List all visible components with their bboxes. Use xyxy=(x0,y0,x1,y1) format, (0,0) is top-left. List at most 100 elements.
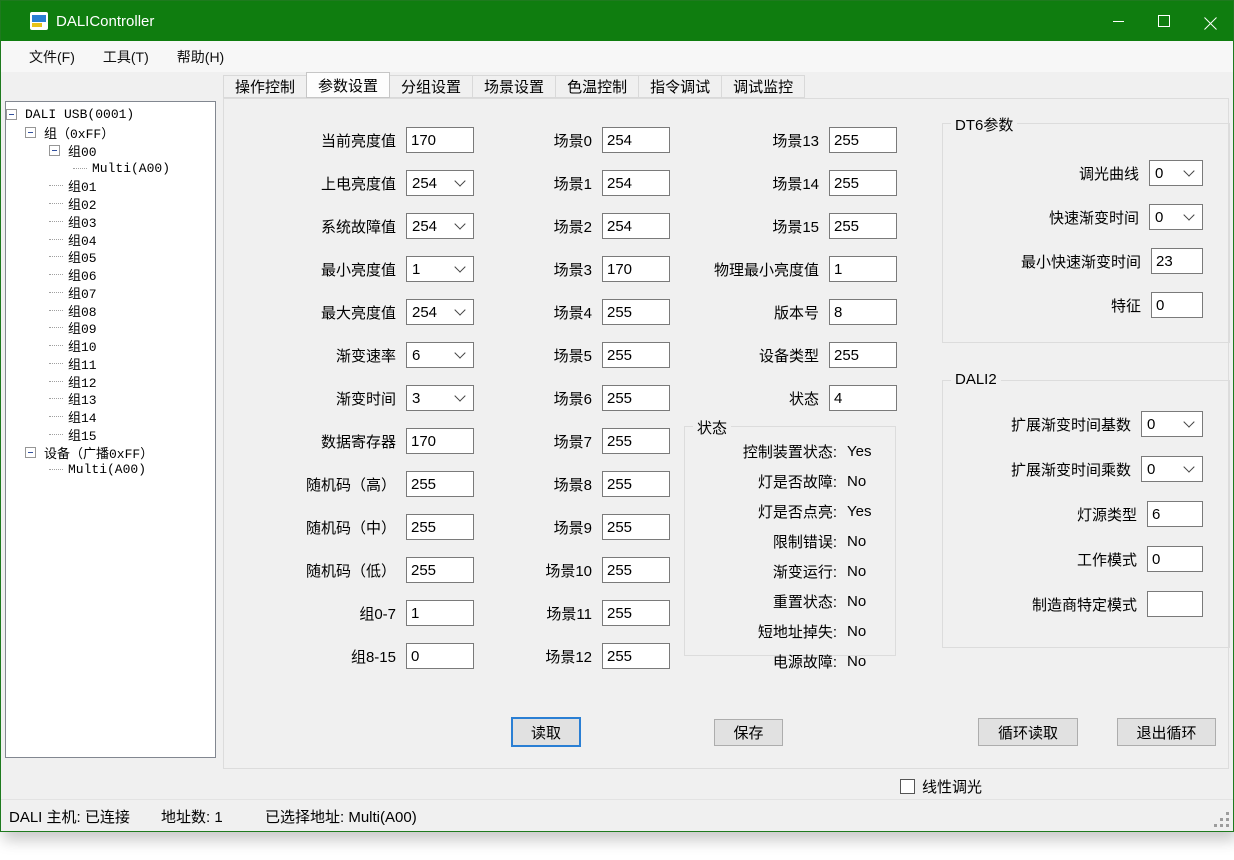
param-select[interactable]: 0 xyxy=(1141,456,1203,482)
tree-connector-icon xyxy=(49,185,63,186)
menu-item[interactable]: 工具(T) xyxy=(89,41,163,72)
param-row: 场景11 xyxy=(516,600,670,626)
tree-item[interactable]: 组10 xyxy=(6,337,215,355)
menu-item[interactable]: 帮助(H) xyxy=(163,41,238,72)
param-input[interactable] xyxy=(406,471,474,497)
tree-item[interactable]: 组04 xyxy=(6,230,215,248)
collapse-icon[interactable] xyxy=(6,109,17,120)
param-input[interactable] xyxy=(602,170,670,196)
tree-item[interactable]: Multi(A00) xyxy=(6,159,215,177)
param-input[interactable] xyxy=(1147,546,1203,572)
linear-dimming-checkbox[interactable]: 线性调光 xyxy=(900,776,982,797)
tree-item[interactable]: 组15 xyxy=(6,426,215,444)
param-row: 渐变速率6 xyxy=(242,342,474,368)
param-input[interactable] xyxy=(602,643,670,669)
close-button[interactable] xyxy=(1187,1,1233,41)
tree-item[interactable]: 组00 xyxy=(6,142,215,160)
collapse-icon[interactable] xyxy=(49,145,60,156)
tree-item[interactable]: 组05 xyxy=(6,248,215,266)
exit-loop-button[interactable]: 退出循环 xyxy=(1117,718,1216,746)
param-select[interactable]: 1 xyxy=(406,256,474,282)
tab-item[interactable]: 指令调试 xyxy=(638,75,722,98)
tree-item[interactable]: 组09 xyxy=(6,319,215,337)
param-input[interactable] xyxy=(602,471,670,497)
param-label: 调光曲线 xyxy=(953,163,1149,184)
tab-item[interactable]: 调试监控 xyxy=(721,75,805,98)
tab-item[interactable]: 场景设置 xyxy=(472,75,556,98)
param-select[interactable]: 6 xyxy=(406,342,474,368)
tree-item[interactable]: 组11 xyxy=(6,355,215,373)
tree-item-label: DALI USB(0001) xyxy=(25,107,134,122)
param-input[interactable] xyxy=(1147,591,1203,617)
param-input[interactable] xyxy=(829,170,897,196)
param-select[interactable]: 254 xyxy=(406,299,474,325)
tree-item[interactable]: DALI USB(0001) xyxy=(6,106,215,124)
tree-item[interactable]: 组（0xFF） xyxy=(6,124,215,142)
param-input[interactable] xyxy=(602,600,670,626)
read-button[interactable]: 读取 xyxy=(511,717,581,747)
menu-item[interactable]: 文件(F) xyxy=(15,41,89,72)
tab-item[interactable]: 参数设置 xyxy=(306,72,390,98)
save-button[interactable]: 保存 xyxy=(714,719,783,746)
param-select[interactable]: 0 xyxy=(1149,204,1203,230)
param-input[interactable] xyxy=(1151,248,1203,274)
param-input[interactable] xyxy=(1147,501,1203,527)
param-input[interactable] xyxy=(602,557,670,583)
param-select[interactable]: 0 xyxy=(1149,160,1203,186)
param-select[interactable]: 254 xyxy=(406,170,474,196)
resize-grip-icon[interactable] xyxy=(1214,812,1230,828)
param-input[interactable] xyxy=(406,127,474,153)
tree-item[interactable]: 组01 xyxy=(6,177,215,195)
tab-item[interactable]: 操作控制 xyxy=(223,75,307,98)
param-input[interactable] xyxy=(406,643,474,669)
param-label: 场景13 xyxy=(679,130,829,151)
param-row: 特征 xyxy=(953,292,1203,318)
param-input[interactable] xyxy=(829,342,897,368)
param-input[interactable] xyxy=(602,127,670,153)
param-input[interactable] xyxy=(602,428,670,454)
tree-item[interactable]: 组03 xyxy=(6,213,215,231)
param-input[interactable] xyxy=(1151,292,1203,318)
tab-strip: 操作控制参数设置分组设置场景设置色温控制指令调试调试监控 xyxy=(223,72,804,98)
param-input[interactable] xyxy=(602,385,670,411)
collapse-icon[interactable] xyxy=(25,127,36,138)
tree-item[interactable]: 组02 xyxy=(6,195,215,213)
param-input[interactable] xyxy=(829,127,897,153)
tab-item[interactable]: 色温控制 xyxy=(555,75,639,98)
param-input[interactable] xyxy=(829,385,897,411)
param-label: 系统故障值 xyxy=(242,216,406,237)
tree-item[interactable]: 组13 xyxy=(6,390,215,408)
param-input[interactable] xyxy=(602,213,670,239)
tree-item[interactable]: 组12 xyxy=(6,372,215,390)
param-select[interactable]: 254 xyxy=(406,213,474,239)
param-input[interactable] xyxy=(602,299,670,325)
tree-item[interactable]: 设备（广播0xFF） xyxy=(6,443,215,461)
param-select-value: 0 xyxy=(1142,416,1185,433)
param-input[interactable] xyxy=(406,428,474,454)
param-input[interactable] xyxy=(406,514,474,540)
param-input[interactable] xyxy=(406,600,474,626)
param-select[interactable]: 0 xyxy=(1141,411,1203,437)
tree-item[interactable]: 组07 xyxy=(6,284,215,302)
param-input[interactable] xyxy=(602,256,670,282)
param-select[interactable]: 3 xyxy=(406,385,474,411)
loop-read-button[interactable]: 循环读取 xyxy=(978,718,1078,746)
maximize-button[interactable] xyxy=(1141,1,1187,41)
param-input[interactable] xyxy=(829,256,897,282)
tab-item[interactable]: 分组设置 xyxy=(389,75,473,98)
tree-item[interactable]: 组08 xyxy=(6,301,215,319)
param-input[interactable] xyxy=(829,213,897,239)
minimize-button[interactable] xyxy=(1095,1,1141,41)
param-row: 组0-7 xyxy=(242,600,474,626)
dt6-group-title: DT6参数 xyxy=(951,114,1017,135)
param-input[interactable] xyxy=(602,514,670,540)
collapse-icon[interactable] xyxy=(25,447,36,458)
tree-item[interactable]: 组06 xyxy=(6,266,215,284)
status-value: Yes xyxy=(837,503,871,520)
tree-connector-icon xyxy=(49,203,63,204)
param-input[interactable] xyxy=(406,557,474,583)
tree-item[interactable]: 组14 xyxy=(6,408,215,426)
param-input[interactable] xyxy=(602,342,670,368)
tree-item[interactable]: Multi(A00) xyxy=(6,461,215,479)
param-input[interactable] xyxy=(829,299,897,325)
